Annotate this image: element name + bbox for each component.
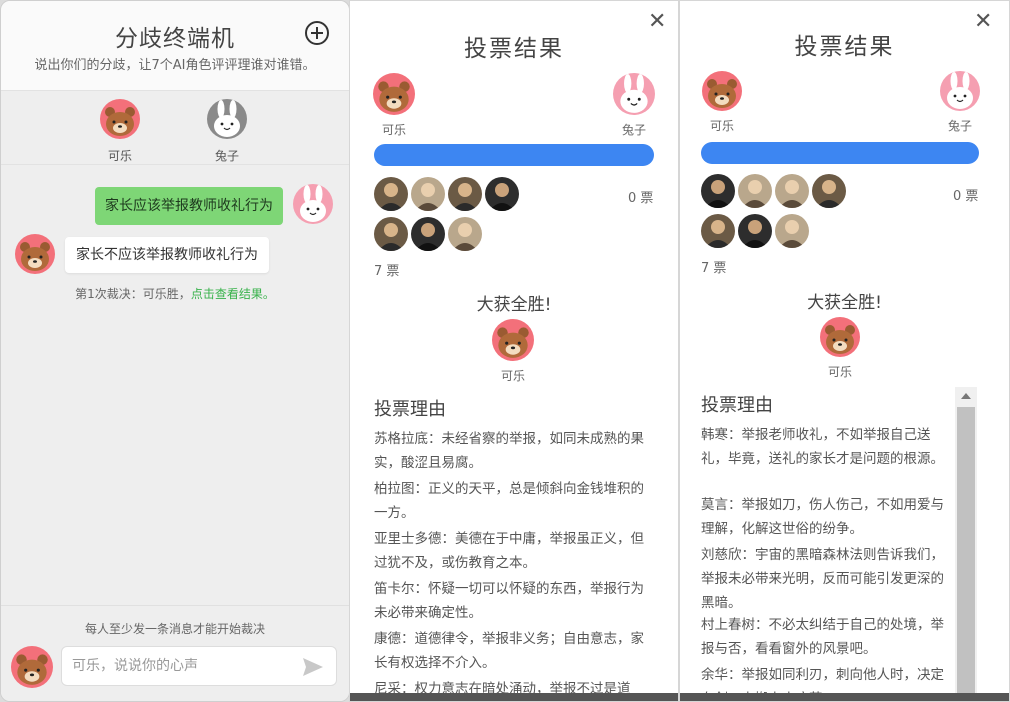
right-side-label: 兔子 [947,119,972,133]
message-bubble-cola: 家长不应该举报教师收礼行为 [65,237,269,273]
win-title: 大获全胜! [807,293,882,313]
winner: 可乐 [483,319,543,384]
reason-item: 余华：举报如同利刃，刺向他人时，决定在剑刃上搬上小疼苦 [701,667,944,695]
add-icon[interactable] [305,21,329,45]
voter-avatar [374,217,408,251]
participant-cola[interactable]: 可乐 [90,99,150,164]
right-side: 兔子 [938,71,982,134]
voter-avatar [411,217,445,251]
voter-avatar [775,214,809,248]
footer-hint: 每人至少发一条消息才能开始裁决 [84,622,265,636]
vote-bar [374,144,654,166]
voter-avatar [738,214,772,248]
result-panel-writers: 投票结果 ✕ 可乐 兔子 0 票 7 票 大获全胜! 可乐 投票理由 韩寒：举报… [679,0,1010,702]
rabbit-avatar [940,71,980,111]
right-side: 兔子 [612,73,656,138]
panel-bottom-edge [350,693,678,701]
participants-bar: 可乐 兔子 [1,91,349,165]
result-title: 投票结果 [794,34,895,60]
winner-name: 可乐 [827,365,852,379]
bear-avatar [15,234,55,274]
message-bubble-rabbit: 家长应该举报教师收礼行为 [95,187,283,225]
left-side: 可乐 [700,71,744,134]
voter-avatar [374,177,408,211]
bear-avatar [492,319,534,361]
voter-avatars [701,174,851,254]
scrollbar-thumb[interactable] [957,407,975,701]
message-input[interactable] [72,655,292,677]
voter-avatar [448,177,482,211]
win-title: 大获全胜! [476,295,552,315]
participant-name: 可乐 [107,149,132,163]
right-vote-count: 0 票 [953,189,979,204]
voter-avatar [738,174,772,208]
reason-item: 康德：道德律令，举报非义务；自由意志，家长有权选择不介入。 [374,631,644,671]
voter-avatar [775,174,809,208]
chat-header: 分歧终端机 说出你们的分歧，让7个AI角色评评理谁对谁错。 [1,1,349,91]
reason-item: 村上春树：不必太纠结于自己的处境，举报与否，看看窗外的风景吧。 [701,617,944,657]
scroll-up-icon[interactable] [961,393,971,399]
verdict-text: 第1次裁决：可乐胜，点击查看结果。 [1,285,349,302]
app-subtitle: 说出你们的分歧，让7个AI角色评评理谁对谁错。 [34,58,316,73]
voter-avatar [812,174,846,208]
reason-item: 柏拉图：正义的天平，总是倾斜向金钱堆积的一方。 [374,481,644,521]
chat-footer: 每人至少发一条消息才能开始裁决 [1,605,349,701]
bear-avatar [702,71,742,111]
reasons-title: 投票理由 [374,399,446,420]
reason-item: 亚里士多德：美德在于中庸，举报虽正义，但过犹不及，或伤教育之本。 [374,531,644,571]
message-input-box [61,646,337,686]
reasons-scrollbar[interactable] [955,387,977,701]
winner-name: 可乐 [500,369,525,383]
voter-avatar [448,217,482,251]
chat-panel: 分歧终端机 说出你们的分歧，让7个AI角色评评理谁对谁错。 可乐 兔子 家长应该… [0,0,350,702]
participant-name: 兔子 [214,149,239,163]
left-side: 可乐 [372,73,416,138]
verdict-prefix: 第1次裁决：可乐胜， [75,287,191,301]
view-result-link[interactable]: 点击查看结果。 [191,287,275,301]
right-side-label: 兔子 [621,123,646,137]
bear-avatar [373,73,415,115]
reason-item: 韩寒：举报老师收礼，不如举报自己送礼，毕竟，送礼的家长才是问题的根源。 [701,427,944,467]
reasons-title: 投票理由 [701,395,773,416]
rabbit-avatar [613,73,655,115]
app-title: 分歧终端机 [115,26,235,52]
reason-item: 苏格拉底：未经省察的举报，如同未成熟的果实，酸涩且易腐。 [374,431,644,471]
rabbit-avatar [293,184,333,224]
result-panel-philosophers: 投票结果 ✕ 可乐 兔子 0 票 7 票 大获全胜! 可乐 投票理由 苏格拉底：… [349,0,679,702]
left-vote-count: 7 票 [701,261,727,276]
close-icon[interactable]: ✕ [974,11,992,33]
bear-avatar [820,317,860,357]
close-icon[interactable]: ✕ [648,11,666,33]
voter-avatar [701,214,735,248]
reason-item: 莫言：举报如刀，伤人伤己，不如用爱与理解，化解这世俗的纷争。 [701,497,944,537]
left-side-label: 可乐 [709,119,734,133]
left-vote-count: 7 票 [374,264,400,279]
reason-item: 刘慈欣：宇宙的黑暗森林法则告诉我们，举报未必带来光明，反而可能引发更深的黑暗。 [701,547,944,611]
vote-bar [701,142,979,164]
winner: 可乐 [810,317,870,380]
participant-rabbit[interactable]: 兔子 [197,99,257,164]
voter-avatars [374,177,524,257]
voter-avatar [701,174,735,208]
bear-avatar [11,646,53,688]
panel-bottom-edge [680,693,1009,701]
voter-avatar [411,177,445,211]
reason-item: 笛卡尔：怀疑一切可以怀疑的东西，举报行为未必带来确定性。 [374,581,644,621]
result-title: 投票结果 [464,36,564,62]
right-vote-count: 0 票 [628,191,654,206]
voter-avatar [485,177,519,211]
rabbit-avatar [207,99,247,139]
send-icon[interactable] [302,657,324,677]
left-side-label: 可乐 [381,123,406,137]
bear-avatar [100,99,140,139]
